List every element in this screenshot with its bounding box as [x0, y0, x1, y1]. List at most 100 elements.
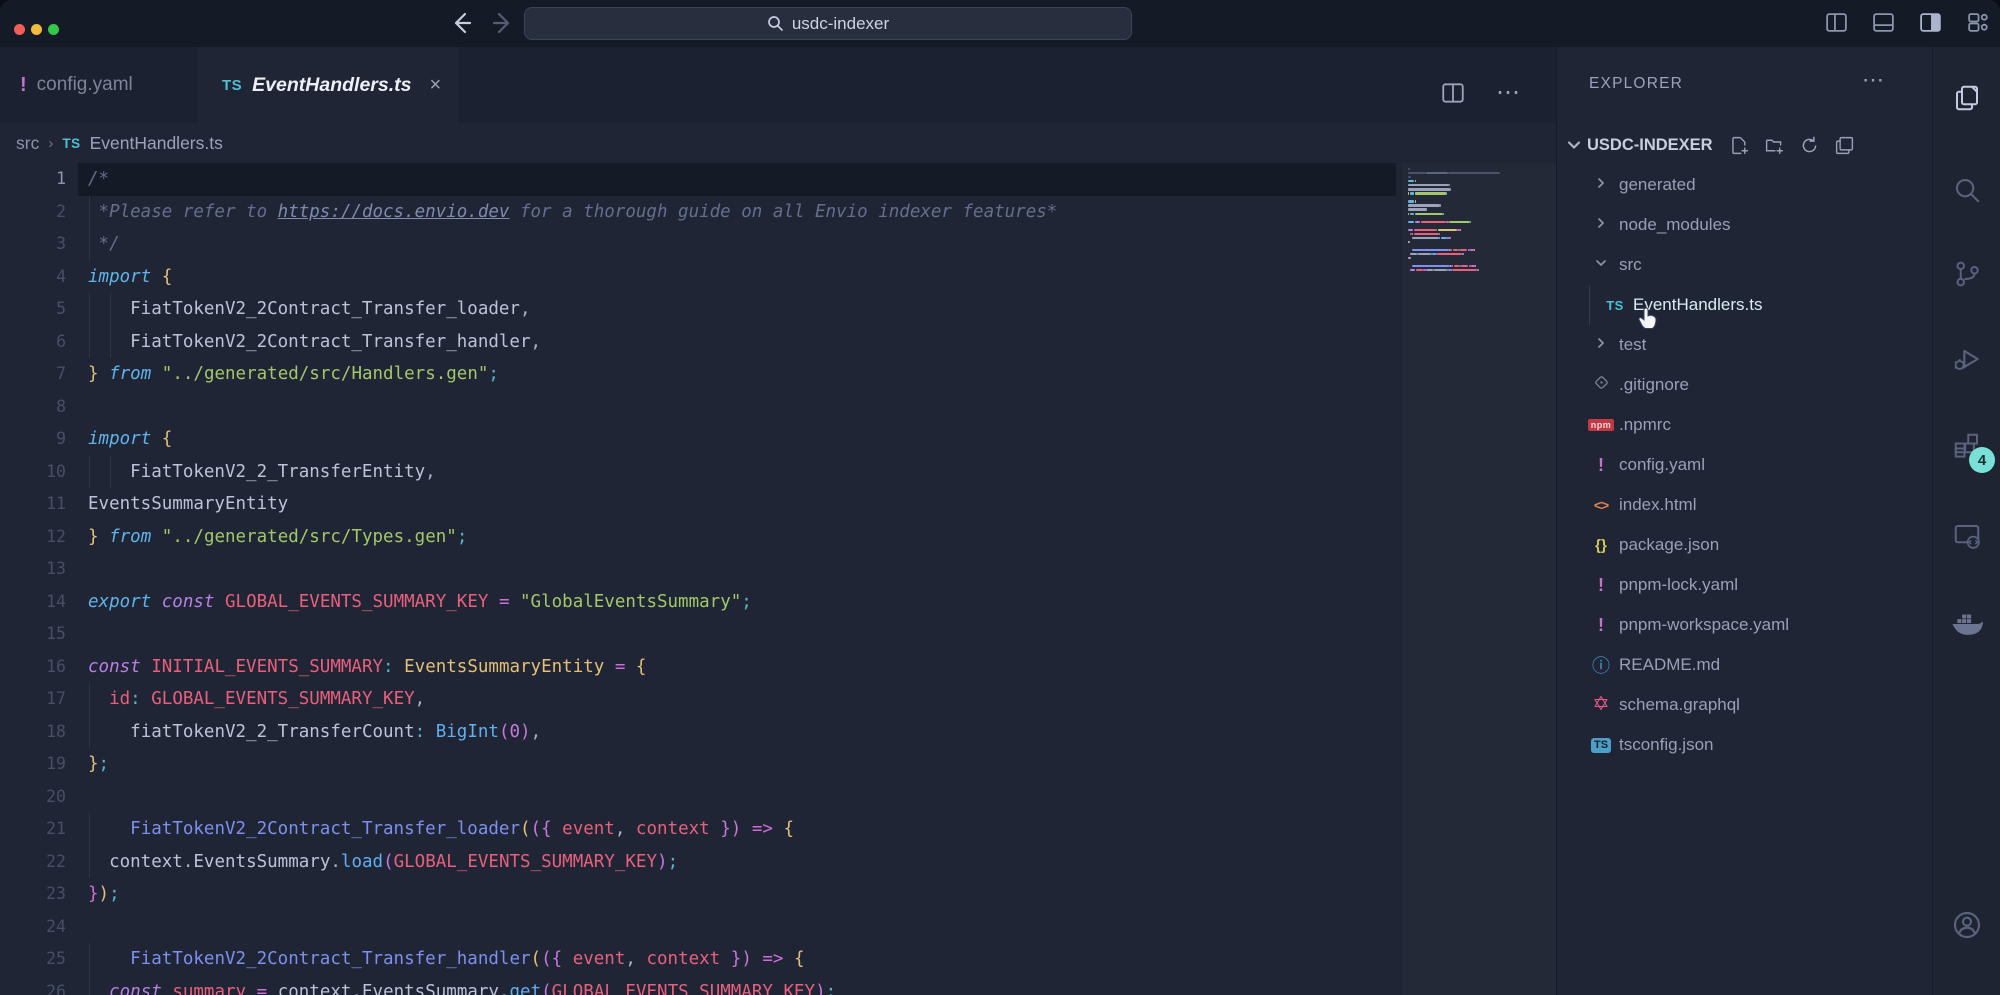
panel-right-icon[interactable]	[1918, 10, 1943, 35]
split-editor-icon[interactable]	[1440, 80, 1466, 106]
code-line[interactable]: 24	[0, 911, 1556, 944]
tree-item-eventhandlers-ts[interactable]: TSEventHandlers.ts	[1557, 285, 1932, 325]
explorer-sidebar: EXPLORER ⋯ USDC-INDEXER	[1556, 47, 1932, 995]
yaml-warning-icon: !	[1598, 575, 1604, 596]
code-line[interactable]: 6 FiatTokenV2_2Contract_Transfer_handler…	[0, 326, 1556, 359]
code-line[interactable]: 9import {	[0, 423, 1556, 456]
remote-explorer-icon[interactable]	[1952, 521, 1982, 551]
code-line[interactable]: 11EventsSummaryEntity	[0, 488, 1556, 521]
run-debug-icon[interactable]	[1951, 343, 1983, 375]
json-braces-icon: {}	[1595, 537, 1607, 554]
code-line[interactable]: 13	[0, 553, 1556, 586]
panel-bottom-icon[interactable]	[1871, 10, 1896, 35]
tree-item-label: .npmrc	[1619, 415, 1671, 435]
tree-item-pnpm-workspace-yaml[interactable]: !pnpm-workspace.yaml	[1557, 605, 1932, 645]
code-line[interactable]: 16const INITIAL_EVENTS_SUMMARY: EventsSu…	[0, 651, 1556, 684]
readme-info-icon: ⓘ	[1592, 652, 1610, 678]
tree-item-label: pnpm-lock.yaml	[1619, 575, 1738, 595]
tree-item-readme-md[interactable]: ⓘREADME.md	[1557, 645, 1932, 685]
project-root-row[interactable]: USDC-INDEXER	[1557, 125, 1932, 165]
forward-arrow-icon[interactable]	[490, 10, 516, 36]
code-line[interactable]: 1/*	[0, 163, 1556, 196]
tree-item-test[interactable]: test	[1557, 325, 1932, 365]
breadcrumb-file[interactable]: EventHandlers.ts	[90, 133, 223, 154]
code-line[interactable]: 26 const summary = context.EventsSummary…	[0, 976, 1556, 995]
line-number: 15	[0, 618, 66, 651]
tree-item-src[interactable]: src	[1557, 245, 1932, 285]
tree-item-pnpm-lock-yaml[interactable]: ! pnpm-lock.yaml	[1557, 565, 1932, 605]
line-number: 25	[0, 943, 66, 976]
code-line[interactable]: 18 fiatTokenV2_2_TransferCount: BigInt(0…	[0, 716, 1556, 749]
back-arrow-icon[interactable]	[448, 10, 474, 36]
tab-eventhandlers-ts[interactable]: TS EventHandlers.ts ×	[198, 47, 458, 123]
tab-config-yaml[interactable]: ! config.yaml	[8, 47, 180, 123]
source-control-icon[interactable]	[1952, 259, 1982, 289]
code-line[interactable]: 22 context.EventsSummary.load(GLOBAL_EVE…	[0, 846, 1556, 879]
line-number: 8	[0, 391, 66, 424]
tree-item-label: src	[1619, 255, 1642, 275]
code-line[interactable]: 8	[0, 391, 1556, 424]
code-line[interactable]: 15	[0, 618, 1556, 651]
search-icon	[767, 15, 784, 32]
code-line[interactable]: 21 FiatTokenV2_2Contract_Transfer_loader…	[0, 813, 1556, 846]
explorer-icon[interactable]	[1952, 83, 1982, 113]
code-line[interactable]: 25 FiatTokenV2_2Contract_Transfer_handle…	[0, 943, 1556, 976]
tree-item-node-modules[interactable]: node_modules	[1557, 205, 1932, 245]
tree-item-label: index.html	[1619, 495, 1696, 515]
graphql-file-icon	[1593, 695, 1609, 716]
collapse-all-icon[interactable]	[1834, 135, 1855, 156]
breadcrumb[interactable]: src › TS EventHandlers.ts	[16, 123, 223, 163]
tree-item--npmrc[interactable]: npm .npmrc	[1557, 405, 1932, 445]
tree-item-label: node_modules	[1619, 215, 1731, 235]
account-icon[interactable]	[1951, 909, 1983, 941]
more-actions-icon[interactable]: ⋯	[1496, 78, 1522, 107]
code-line[interactable]: 17 id: GLOBAL_EVENTS_SUMMARY_KEY,	[0, 683, 1556, 716]
line-number: 9	[0, 423, 66, 456]
code-line[interactable]: 20	[0, 781, 1556, 814]
tree-item-generated[interactable]: generated	[1557, 165, 1932, 205]
command-center-search[interactable]: usdc-indexer	[524, 7, 1132, 40]
new-file-icon[interactable]	[1729, 135, 1750, 156]
code-editor[interactable]: 1/*2 *Please refer to https://docs.envio…	[0, 163, 1556, 995]
code-line[interactable]: 3 */	[0, 228, 1556, 261]
tab-label: EventHandlers.ts	[252, 74, 411, 97]
npm-file-icon: npm	[1588, 419, 1615, 431]
minimap[interactable]	[1408, 168, 1532, 273]
maximize-window-button[interactable]	[48, 24, 59, 35]
tree-item-index-html[interactable]: <> index.html	[1557, 485, 1932, 525]
close-tab-icon[interactable]: ×	[429, 74, 441, 97]
minimize-window-button[interactable]	[31, 24, 42, 35]
tree-item-package-json[interactable]: {}package.json	[1557, 525, 1932, 565]
tree-item-label: generated	[1619, 175, 1696, 195]
line-number: 3	[0, 228, 66, 261]
layout-customize-icon[interactable]	[1965, 10, 1990, 35]
close-window-button[interactable]	[14, 24, 25, 35]
line-number: 20	[0, 781, 66, 814]
tree-item-schema-graphql[interactable]: schema.graphql	[1557, 685, 1932, 725]
search-icon[interactable]	[1952, 175, 1982, 205]
code-line[interactable]: 19};	[0, 748, 1556, 781]
explorer-more-icon[interactable]: ⋯	[1862, 67, 1886, 93]
line-number: 10	[0, 456, 66, 489]
html-file-icon: <>	[1594, 497, 1608, 513]
line-number: 1	[0, 163, 66, 196]
code-line[interactable]: 5 FiatTokenV2_2Contract_Transfer_loader,	[0, 293, 1556, 326]
code-line[interactable]: 4import {	[0, 261, 1556, 294]
yaml-warning-icon: !	[1598, 455, 1604, 476]
code-line[interactable]: 23});	[0, 878, 1556, 911]
tree-item--gitignore[interactable]: .gitignore	[1557, 365, 1932, 405]
refresh-icon[interactable]	[1799, 135, 1820, 156]
new-folder-icon[interactable]	[1764, 135, 1785, 156]
code-line[interactable]: 2 *Please refer to https://docs.envio.de…	[0, 196, 1556, 229]
tree-item-config-yaml[interactable]: !config.yaml	[1557, 445, 1932, 485]
tree-item-tsconfig-json[interactable]: TStsconfig.json	[1557, 725, 1932, 765]
panel-left-icon[interactable]	[1824, 10, 1849, 35]
code-line[interactable]: 10 FiatTokenV2_2_TransferEntity,	[0, 456, 1556, 489]
line-number: 2	[0, 196, 66, 229]
vscode-window: usdc-indexer !	[0, 0, 2000, 995]
code-line[interactable]: 14export const GLOBAL_EVENTS_SUMMARY_KEY…	[0, 586, 1556, 619]
breadcrumb-src[interactable]: src	[16, 133, 39, 154]
docker-icon[interactable]	[1950, 609, 1984, 639]
code-line[interactable]: 12} from "../generated/src/Types.gen";	[0, 521, 1556, 554]
code-line[interactable]: 7} from "../generated/src/Handlers.gen";	[0, 358, 1556, 391]
